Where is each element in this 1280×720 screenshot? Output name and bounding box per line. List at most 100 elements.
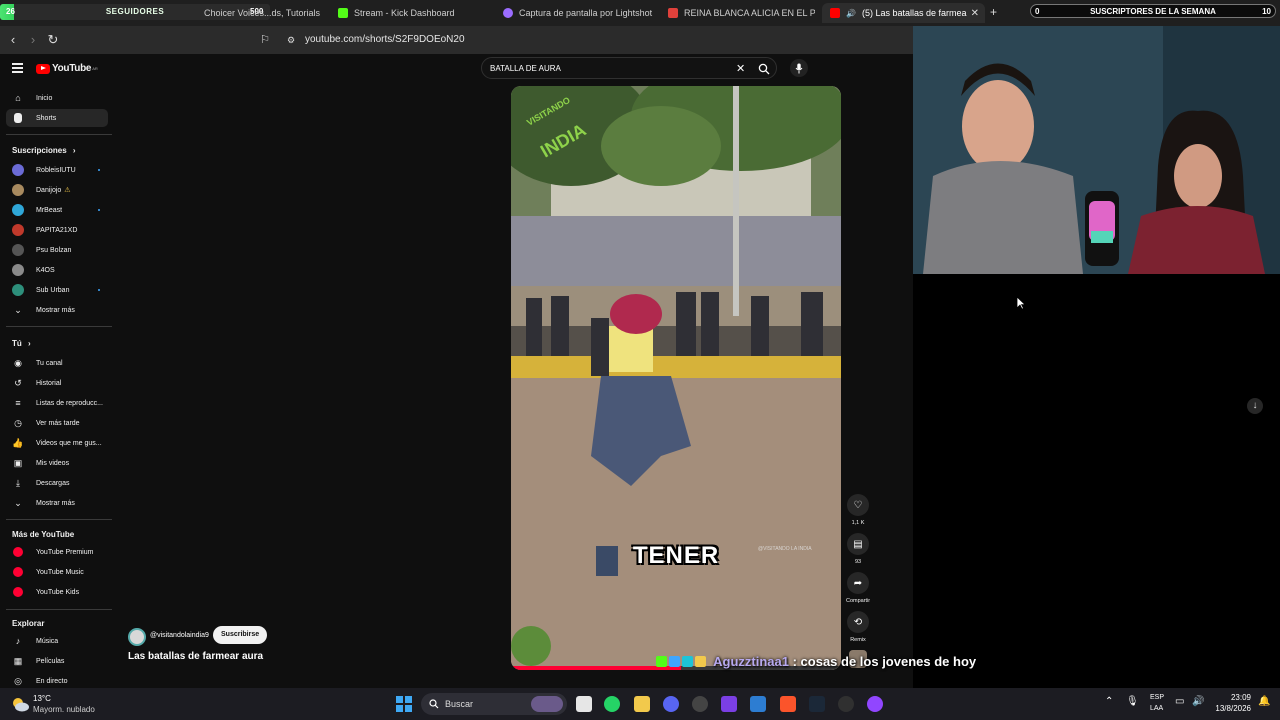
sidebar-subscription[interactable]: Psu Bolzan (6, 241, 108, 259)
voice-search-icon[interactable] (790, 59, 808, 77)
kick-icon (338, 8, 348, 18)
tab-label: Choicer Voices...ds, Tutorials & (204, 8, 322, 18)
chatgpt-icon[interactable] (692, 696, 708, 712)
sidebar-subscription[interactable]: PAPITA21XD (6, 221, 108, 239)
search-box[interactable]: BATALLA DE AURA ✕ (481, 57, 777, 79)
chevron-right-icon: › (72, 146, 76, 155)
new-content-dot (98, 209, 100, 211)
share-button[interactable]: ➦ Compartir (846, 572, 870, 604)
sidebar-subscription[interactable]: RobleisIUTU (6, 161, 108, 179)
short-title[interactable]: Las batallas de farmear aura (128, 651, 263, 662)
sidebar-item-label: Listas de reproducc... (36, 399, 103, 407)
like-button[interactable]: ♡ 1,1 K (846, 494, 870, 526)
show-more-subscriptions[interactable]: ⌄ Mostrar más (6, 301, 108, 319)
subscribe-button[interactable]: Suscribirse (213, 626, 268, 644)
microphone-icon[interactable]: 🎙 (1126, 696, 1139, 707)
task-view-icon[interactable] (576, 696, 592, 712)
sidebar-item-more[interactable]: YouTube Music (6, 563, 108, 581)
subscriptions-heading[interactable]: Suscripciones › (12, 146, 76, 155)
chevron-down-icon: ⌄ (14, 304, 22, 315)
sidebar-subscription[interactable]: Danijojo ⚠ (6, 181, 108, 199)
my-videos-icon: ▣ (13, 457, 23, 468)
comment-icon: ▤ (847, 533, 869, 555)
tab-youtube-active[interactable]: 🔊 (5) Las batallas de farmear au ✕ (822, 3, 985, 23)
search-icon[interactable] (758, 62, 772, 76)
sidebar-item-you[interactable]: ◷ Ver más tarde (6, 414, 108, 432)
sidebar-subscription[interactable]: MrBeast (6, 201, 108, 219)
share-icon: ➦ (847, 572, 869, 594)
sidebar-item-you[interactable]: ↺ Historial (6, 374, 108, 392)
search-input[interactable]: BATALLA DE AURA (490, 64, 561, 73)
site-info-icon[interactable]: ⚙ (283, 32, 299, 48)
brave-browser-icon[interactable] (780, 696, 796, 712)
sidebar-divider (6, 609, 112, 610)
movies-icon: ▦ (13, 655, 23, 666)
comments-button[interactable]: ▤ 93 (846, 533, 870, 565)
scroll-down-icon[interactable]: ↓ (1247, 398, 1263, 414)
close-tab-icon[interactable]: ✕ (971, 8, 979, 19)
downloads-icon: ⤓ (16, 477, 20, 488)
sidebar-subscription[interactable]: Sub Urban (6, 281, 108, 299)
lightshot-icon (503, 8, 513, 18)
tab-lightshot[interactable]: Captura de pantalla por Lightshot (495, 3, 655, 23)
chat-separator: : (788, 654, 801, 669)
sidebar-item-explore[interactable]: ▦ Películas (6, 652, 108, 670)
sidebar-item-more[interactable]: YouTube Kids (6, 583, 108, 601)
sidebar-item-more[interactable]: YouTube Premium (6, 543, 108, 561)
network-icon[interactable]: ▭ (1175, 696, 1184, 707)
sidebar-item-you[interactable]: 👍 Videos que me gus... (6, 434, 108, 452)
tray-overflow-icon[interactable]: ⌃ (1105, 696, 1113, 707)
sidebar-item-explore[interactable]: ♪ Música (6, 632, 108, 650)
app-icon[interactable] (721, 696, 737, 712)
sidebar-item-label: Historial (36, 379, 62, 387)
channel-avatar[interactable] (128, 628, 146, 646)
tab-reina-blanca[interactable]: REINA BLANCA ALICIA EN EL PAIS DE (660, 3, 815, 23)
sidebar-item-label: YouTube Premium (36, 548, 94, 556)
sidebar-item-you[interactable]: ▣ Mis videos (6, 454, 108, 472)
bookmark-icon[interactable]: ⚐ (257, 32, 273, 48)
discord-icon[interactable] (663, 696, 679, 712)
clock-time[interactable]: 23:09 (1215, 693, 1251, 702)
channel-name[interactable]: @visitandolaindia9 (150, 632, 209, 639)
speaker-icon: 🔊 (846, 8, 856, 18)
tab-kick-dashboard[interactable]: Stream - Kick Dashboard (330, 3, 490, 23)
whatsapp-icon[interactable] (604, 696, 620, 712)
steam-icon[interactable] (809, 696, 825, 712)
reload-icon[interactable]: ↻ (45, 32, 61, 48)
like-count: 1,1 K (851, 520, 865, 526)
forward-icon[interactable]: › (25, 32, 41, 48)
weather-temp[interactable]: 13°C (33, 694, 51, 703)
volume-icon[interactable]: 🔊 (1192, 696, 1204, 707)
remix-button[interactable]: ⟲ Remix (846, 611, 870, 643)
clear-search-icon[interactable]: ✕ (736, 62, 745, 75)
file-explorer-icon[interactable] (634, 696, 650, 712)
sidebar-item-you[interactable]: ◉ Tu canal (6, 354, 108, 372)
taskbar-search[interactable]: Buscar (421, 693, 567, 715)
you-heading[interactable]: Tú › (12, 339, 31, 348)
sidebar-item-you[interactable]: ≡ Listas de reproducc... (6, 394, 108, 412)
store-icon[interactable] (750, 696, 766, 712)
weather-desc[interactable]: Mayorm. nublado (33, 705, 95, 714)
notifications-icon[interactable]: 🔔 (1258, 696, 1270, 707)
tab-choicer[interactable]: Choicer Voices...ds, Tutorials & (196, 3, 322, 23)
sidebar-subscription[interactable]: K4OS (6, 261, 108, 279)
twitch-icon[interactable] (867, 696, 883, 712)
back-icon[interactable]: ‹ (5, 32, 21, 48)
new-tab-button[interactable]: + (990, 5, 997, 19)
share-label: Compartir (846, 598, 871, 604)
windows-start-icon[interactable] (396, 696, 412, 712)
weather-icon[interactable] (10, 695, 30, 713)
sidebar-item-you[interactable]: ⤓ Descargas (6, 474, 108, 492)
sidebar-divider (6, 134, 112, 135)
channel-icon: ◉ (14, 357, 22, 368)
short-video-player[interactable]: VISITANDO INDIA TENER @VISITANDO LA INDI… (511, 86, 841, 670)
show-more-you[interactable]: ⌄ Mostrar más (6, 494, 108, 512)
sidebar-item-inicio[interactable]: ⌂ Inicio (6, 89, 108, 107)
language-code[interactable]: ESP (1150, 694, 1164, 701)
youtube-product-icon (12, 546, 24, 558)
url-field[interactable]: youtube.com/shorts/S2F9DOEoN20 (305, 34, 465, 45)
obs-icon[interactable] (838, 696, 854, 712)
sidebar-item-shorts[interactable]: Shorts (6, 109, 108, 127)
language-layout[interactable]: LAA (1150, 705, 1163, 712)
clock-date[interactable]: 13/8/2026 (1207, 704, 1251, 713)
